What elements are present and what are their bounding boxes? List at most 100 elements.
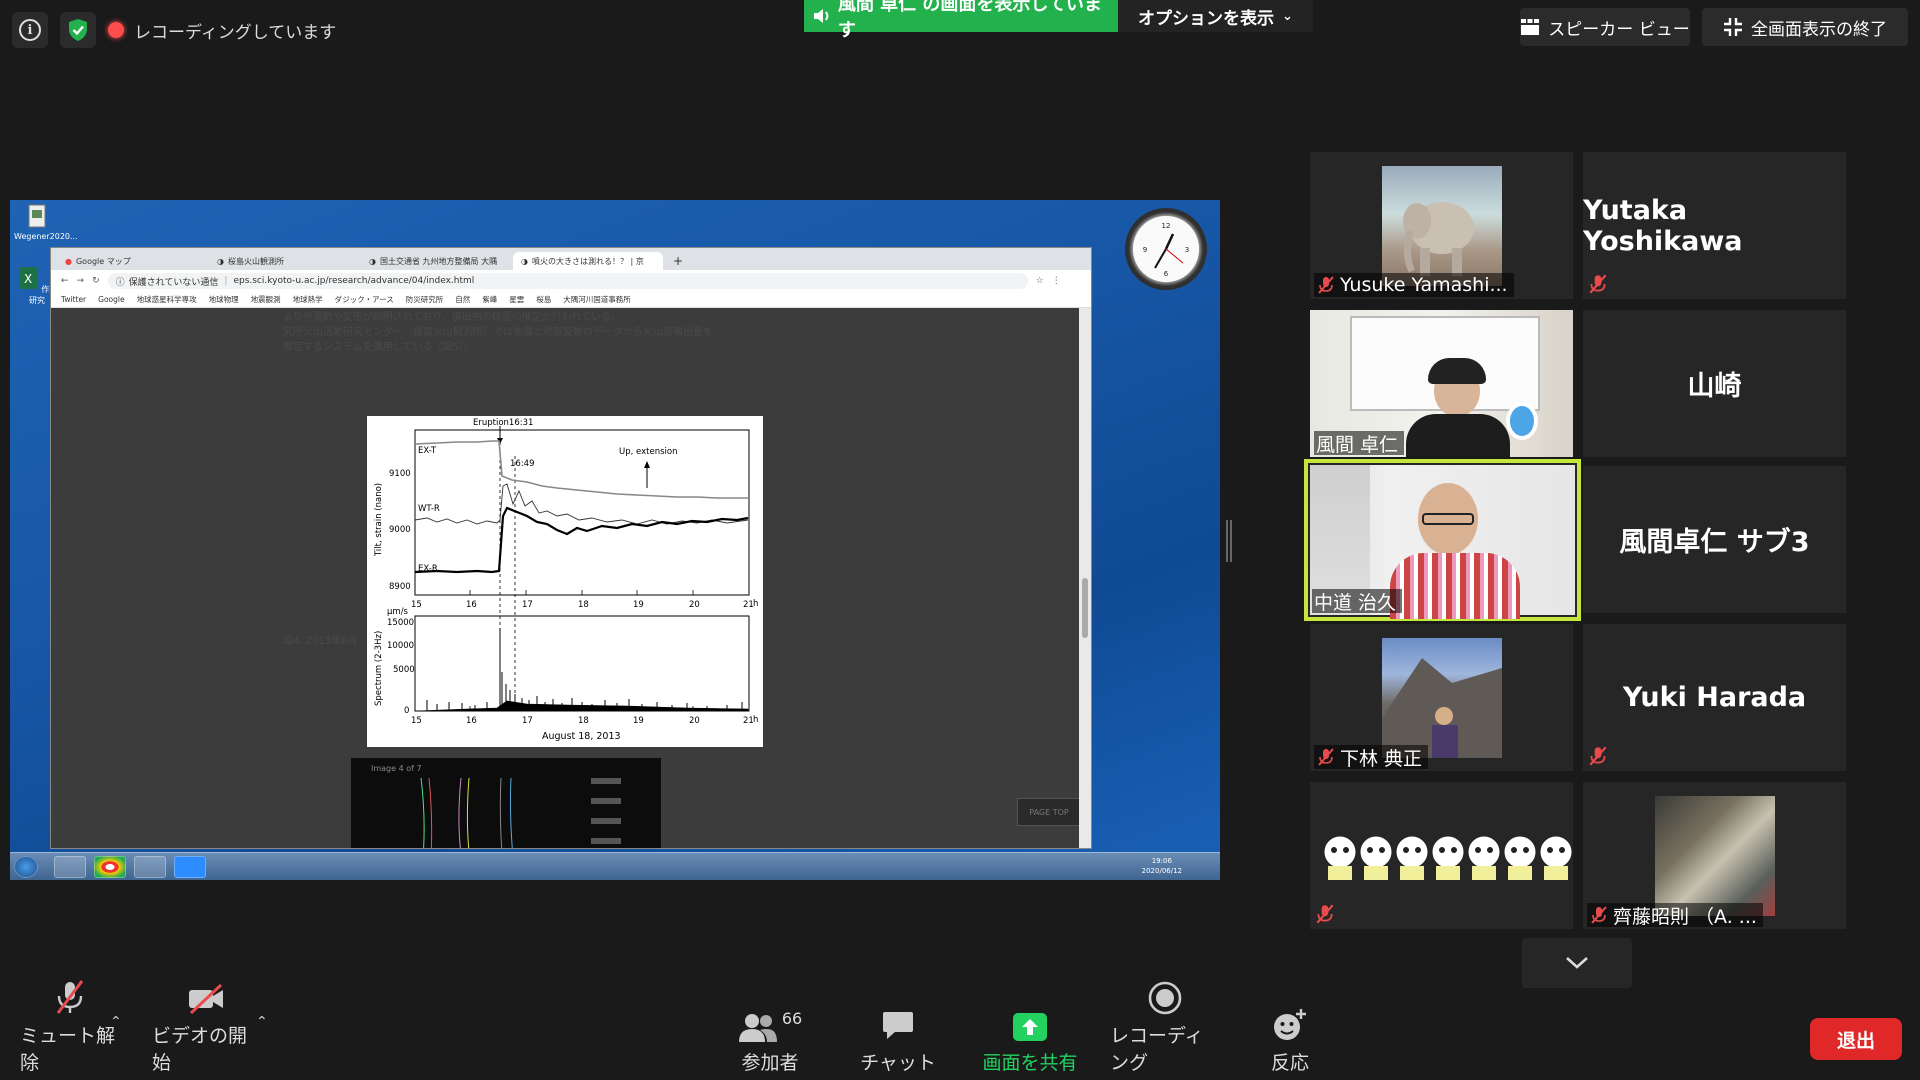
speaker-view-button[interactable]: スピーカー ビュー (1520, 8, 1690, 46)
bookmark-item[interactable]: 桜島 (536, 294, 551, 305)
desktop-icon-file[interactable]: Wegener2020... (14, 204, 78, 241)
reactions-button[interactable]: 反応 (1250, 1005, 1330, 1075)
reload-icon[interactable]: ↻ (92, 276, 100, 286)
browser-tab[interactable]: ● Google マップ (57, 252, 207, 270)
y-tick-label: 10000 (387, 641, 414, 651)
unmute-button[interactable]: ミュート解除 (20, 980, 120, 1075)
meeting-info-button[interactable]: i (12, 12, 48, 48)
clock-hands-icon: 12 3 6 9 (1143, 222, 1189, 278)
audio-options-caret[interactable]: ⌃ (110, 1014, 122, 1030)
menu-icon[interactable]: ⋮ (1052, 276, 1061, 286)
bookmark-item[interactable]: 防災研究所 (406, 294, 444, 305)
recording-dot-icon (108, 22, 124, 38)
paragraph-line: 推定するシステムを運用している（図5）。 (283, 342, 474, 353)
windows-start-icon[interactable] (14, 856, 38, 878)
chevron-down-icon (1566, 957, 1588, 969)
bookmark-item[interactable]: Twitter (61, 295, 86, 304)
mic-muted-icon (1591, 906, 1607, 924)
recording-button[interactable]: レコーディング (1110, 981, 1220, 1075)
exit-fullscreen-button[interactable]: 全画面表示の終了 (1702, 8, 1908, 46)
participant-tile[interactable]: 齊藤昭則 （A. ... (1583, 782, 1846, 929)
x-tick-label: 18 (578, 716, 589, 726)
participant-tile[interactable]: 下林 典正 (1310, 624, 1573, 771)
shared-screen[interactable]: Wegener2020... X 作業研究 12369 ●Google マップ … (10, 200, 1220, 880)
recording-indicator: レコーディングしています (108, 12, 336, 48)
chat-button[interactable]: チャット (858, 1005, 938, 1075)
bookmark-item[interactable]: ダジック・アース (335, 294, 394, 305)
forward-icon[interactable]: → (77, 276, 85, 286)
chrome-taskbar-icon[interactable] (94, 856, 126, 878)
zoom-taskbar-icon[interactable] (174, 856, 206, 878)
windows-taskbar: 19:06 2020/06/12 (10, 852, 1220, 880)
bookmark-item[interactable]: 地球惑星科学専攻 (137, 294, 197, 305)
star-icon[interactable]: ☆ (1036, 276, 1044, 286)
share-banner-text: 風間 卓仁 の画面を表示しています (837, 0, 1102, 41)
speaker-view-icon (1521, 19, 1540, 35)
participant-tile[interactable]: Yusuke Yamashi... (1310, 152, 1573, 299)
participant-tile[interactable]: 風間卓仁 サブ3 (1583, 466, 1846, 613)
web-page-content[interactable]: より地震動や変形が説明されており、噴出物の総量の推定が行われている。 究所火山活… (51, 308, 1081, 848)
new-tab-button[interactable]: + (665, 252, 685, 270)
bookmarks-bar: Twitter Google 地球惑星科学専攻 地球物理 地震観測 地球熱学 ダ… (51, 292, 1091, 308)
folder-taskbar-icon[interactable] (134, 856, 166, 878)
recording-label: レコーディング (1110, 1025, 1204, 1074)
bookmark-item[interactable]: 紫峰 (482, 294, 497, 305)
x-tick-label: 16 (466, 716, 477, 726)
time-label: 16:49 (510, 459, 535, 469)
globe-icon: ◑ (369, 256, 376, 266)
participant-photo (1382, 166, 1502, 286)
panel-resize-handle[interactable] (1226, 520, 1232, 562)
browser-tab[interactable]: ◑ 国土交通省 九州地方整備局 大隅 (361, 252, 511, 270)
page-scrollbar[interactable] (1079, 308, 1091, 848)
paragraph-line: より地震動や変形が説明されており、噴出物の総量の推定が行われている。 (283, 312, 621, 323)
taskbar-time: 19:06 (1151, 857, 1172, 865)
x-tick-label: 17 (522, 716, 533, 726)
globe-icon: ◑ (217, 256, 224, 266)
character-row-icon (1323, 835, 1573, 880)
unmute-label: ミュート解除 (20, 1025, 116, 1074)
figure-tilt-strain-chart[interactable]: Eruption16:31 16:49 Up, extension EX-T W… (367, 416, 763, 747)
share-screen-button[interactable]: 画面を共有 (980, 1005, 1080, 1075)
browser-tab-active[interactable]: ◑ 噴火の大きさは測れる！？ | 京 (513, 252, 663, 270)
participant-tile[interactable]: 山崎 (1583, 310, 1846, 457)
mic-muted-icon (56, 980, 84, 1014)
mic-muted-icon (1314, 903, 1336, 925)
browser-window[interactable]: ● Google マップ ◑ 桜島火山観測所 ◑ 国土交通省 九州地方整備局 大隅 ◑… (50, 247, 1092, 849)
participant-avatar-image (1310, 824, 1573, 894)
address-bar[interactable]: ⓘ 保護されていない通信 | eps.sci.kyoto-u.ac.jp/res… (107, 273, 1028, 289)
security-button[interactable] (60, 12, 96, 48)
browser-tab[interactable]: ◑ 桜島火山観測所 (209, 252, 359, 270)
participants-button[interactable]: 66 参加者 (730, 1005, 810, 1075)
bookmark-item[interactable]: 自然 (455, 294, 470, 305)
participant-tile[interactable]: 風間 卓仁 (1310, 310, 1573, 457)
x-tick-label: 20 (689, 716, 700, 726)
bookmark-item[interactable]: 大隅河川国道事務所 (563, 294, 631, 305)
image-viewer-strip[interactable]: Image 4 of 7 (351, 758, 661, 848)
participant-tile[interactable] (1310, 782, 1573, 929)
top-y-axis-label: Tilt, strain (nano) (374, 483, 384, 557)
page-top-button[interactable]: PAGE TOP (1017, 798, 1081, 826)
video-options-caret[interactable]: ⌃ (256, 1014, 268, 1030)
bookmark-item[interactable]: 地球物理 (209, 294, 239, 305)
bookmark-item[interactable]: 地球熱学 (293, 294, 323, 305)
participant-photo (1382, 638, 1502, 758)
bookmark-item[interactable]: Google (98, 295, 124, 304)
leave-meeting-button[interactable]: 退出 (1810, 1018, 1902, 1060)
bookmark-item[interactable]: 星雲 (509, 294, 524, 305)
start-video-button[interactable]: ビデオの開始 (152, 983, 262, 1075)
y-tick-label: 0 (404, 706, 409, 716)
participant-tile[interactable]: Yuki Harada (1583, 624, 1846, 771)
bookmark-item[interactable]: 地震観測 (251, 294, 281, 305)
gallery-next-page-button[interactable] (1522, 938, 1632, 988)
exit-fullscreen-label: 全画面表示の終了 (1751, 19, 1887, 40)
url-text: eps.sci.kyoto-u.ac.jp/research/advance/0… (233, 276, 475, 286)
view-options-button[interactable]: オプションを表示 ⌄ (1118, 0, 1313, 32)
participants-icon (738, 1014, 777, 1042)
y-tick-label: 9000 (389, 525, 411, 535)
participant-tile-active-speaker[interactable]: 中道 治久 (1304, 459, 1581, 621)
speaker-icon (813, 9, 829, 23)
back-icon[interactable]: ← (61, 276, 69, 286)
participant-tile[interactable]: Yutaka Yoshikawa (1583, 152, 1846, 299)
explorer-taskbar-icon[interactable] (54, 856, 86, 878)
taskbar-clock[interactable]: 19:06 2020/06/12 (1142, 856, 1182, 876)
